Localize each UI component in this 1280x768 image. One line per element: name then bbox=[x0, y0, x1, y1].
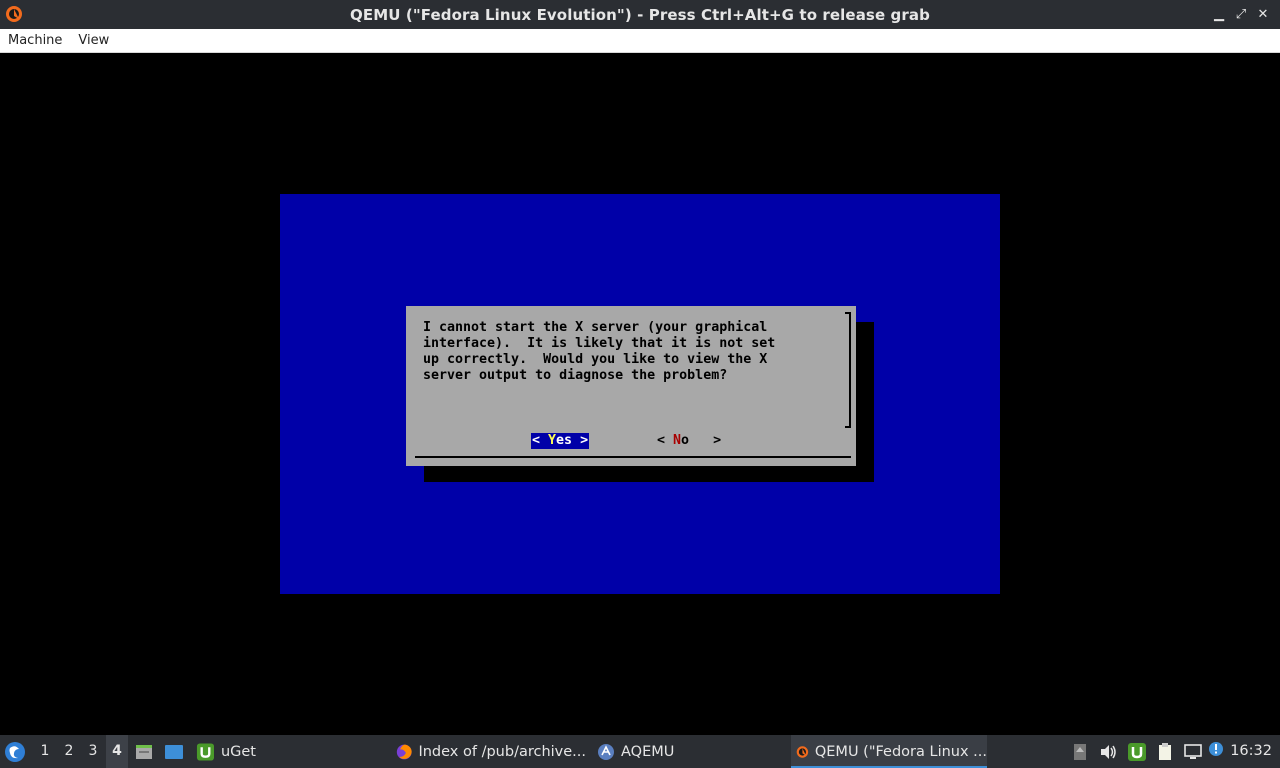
clipboard-icon[interactable] bbox=[1155, 742, 1175, 762]
taskbar: 1 2 3 4 uGet Index of /pub/archive... AQ… bbox=[0, 735, 1280, 768]
volume-icon[interactable] bbox=[1098, 742, 1118, 762]
dialog-frame-bottom bbox=[415, 456, 851, 458]
aqemu-icon bbox=[598, 743, 614, 760]
no-left-bracket: < bbox=[657, 433, 666, 448]
task-label: AQEMU bbox=[621, 743, 675, 760]
firefox-icon bbox=[396, 744, 412, 759]
uget-icon bbox=[196, 742, 215, 761]
qemu-icon bbox=[6, 6, 22, 22]
no-hotkey: N bbox=[673, 433, 682, 448]
dialog-frame-corner-bottom bbox=[845, 426, 851, 428]
yes-button[interactable]: < Yes > bbox=[531, 433, 590, 449]
no-label-rest: o bbox=[681, 433, 690, 448]
window-title: QEMU ("Fedora Linux Evolution") - Press … bbox=[350, 5, 930, 24]
x-server-error-dialog: I cannot start the X server (your graphi… bbox=[406, 306, 856, 466]
maximize-button[interactable]: ⤢ bbox=[1232, 6, 1250, 24]
yes-right-bracket: > bbox=[580, 433, 589, 448]
window-controls: ▁ ⤢ ✕ bbox=[1210, 0, 1272, 29]
close-button[interactable]: ✕ bbox=[1254, 6, 1272, 24]
window-titlebar[interactable]: QEMU ("Fedora Linux Evolution") - Press … bbox=[0, 0, 1280, 29]
task-label: uGet bbox=[220, 743, 256, 760]
menubar: Machine View bbox=[0, 29, 1280, 53]
no-button[interactable]: < No > bbox=[657, 433, 721, 449]
start-menu-icon[interactable] bbox=[4, 741, 26, 763]
dialog-message: I cannot start the X server (your graphi… bbox=[423, 320, 776, 383]
task-label: QEMU ("Fedora Linux ... bbox=[814, 743, 987, 760]
notification-icon[interactable] bbox=[1208, 741, 1224, 757]
dialog-frame-right bbox=[849, 312, 851, 428]
task-qemu[interactable]: QEMU ("Fedora Linux ... bbox=[791, 735, 987, 768]
uget-tray-icon[interactable] bbox=[1127, 742, 1147, 762]
qemu-icon bbox=[796, 745, 809, 758]
minimize-button[interactable]: ▁ bbox=[1210, 6, 1228, 24]
workspace-2[interactable]: 2 bbox=[58, 735, 80, 768]
network-icon[interactable] bbox=[1183, 742, 1203, 762]
task-aqemu[interactable]: AQEMU bbox=[597, 735, 687, 768]
menu-view[interactable]: View bbox=[70, 30, 117, 52]
menu-machine[interactable]: Machine bbox=[0, 30, 70, 52]
no-right-bracket: > bbox=[713, 433, 722, 448]
desktop-icon[interactable] bbox=[164, 742, 184, 762]
task-label: Index of /pub/archive... bbox=[418, 743, 586, 760]
dialog-frame-corner-top bbox=[845, 312, 851, 314]
task-uget[interactable]: uGet bbox=[196, 735, 256, 768]
yes-hotkey: Y bbox=[548, 433, 557, 448]
yes-left-bracket: < bbox=[532, 433, 541, 448]
task-firefox[interactable]: Index of /pub/archive... bbox=[396, 735, 586, 768]
yes-label-rest: es bbox=[556, 433, 573, 448]
workspace-1[interactable]: 1 bbox=[34, 735, 56, 768]
workspace-3[interactable]: 3 bbox=[82, 735, 104, 768]
clock[interactable]: 16:32 bbox=[1230, 735, 1272, 768]
guest-display[interactable]: I cannot start the X server (your graphi… bbox=[0, 53, 1280, 735]
workspace-4[interactable]: 4 bbox=[106, 735, 128, 768]
file-manager-icon[interactable] bbox=[134, 742, 154, 762]
updates-icon[interactable] bbox=[1070, 742, 1090, 762]
